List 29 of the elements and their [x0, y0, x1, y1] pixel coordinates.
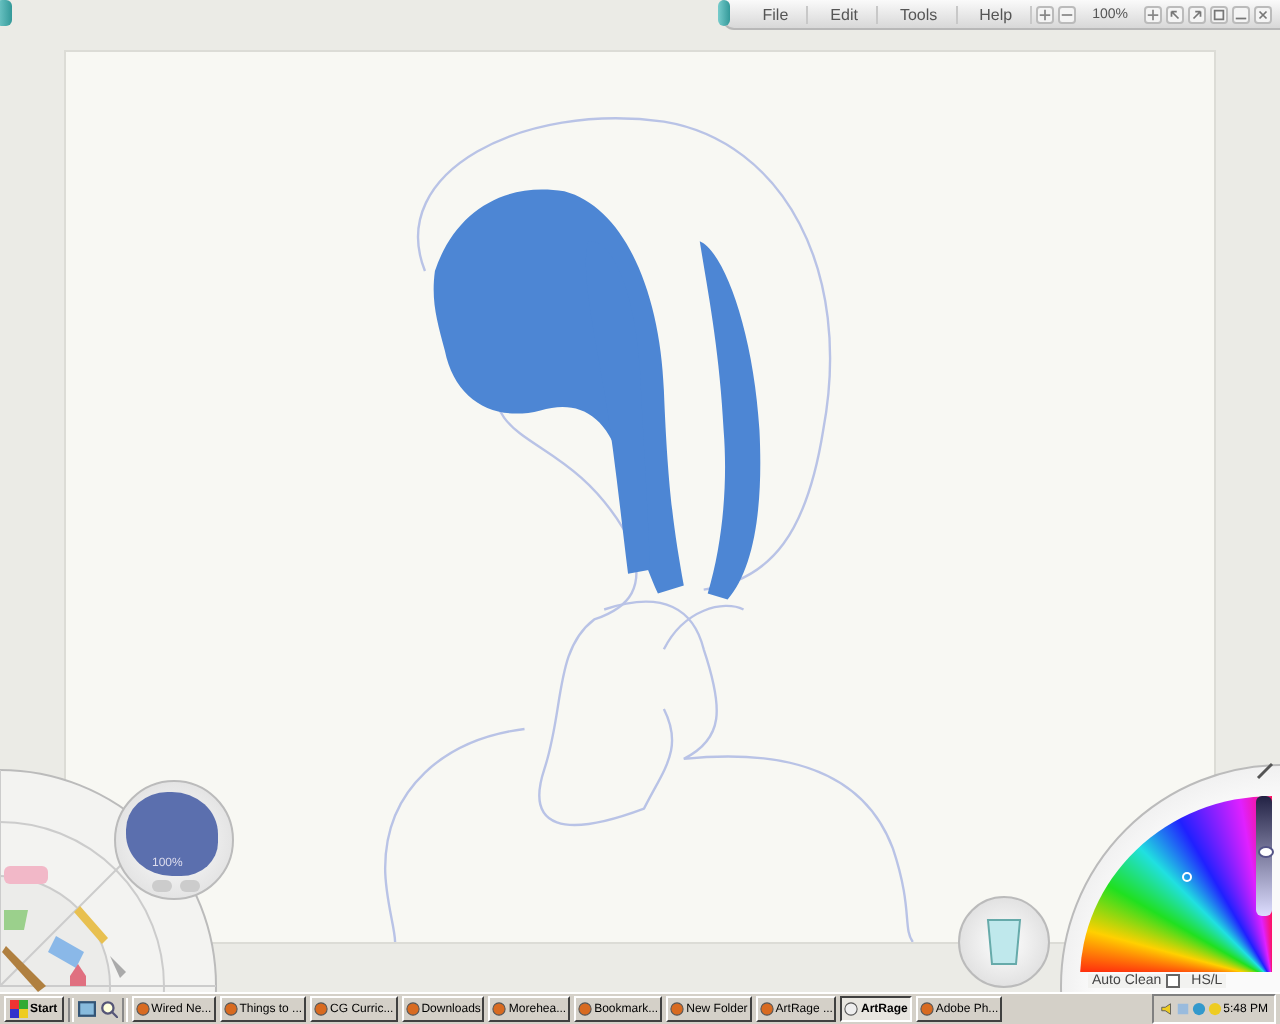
- window-icon: [1212, 7, 1226, 21]
- zoom-reset-button[interactable]: [1144, 5, 1162, 23]
- lightness-slider[interactable]: [1256, 796, 1272, 916]
- search-icon[interactable]: [99, 1000, 118, 1018]
- menu-item[interactable]: Help: [961, 5, 1033, 23]
- slider-thumb[interactable]: [1258, 846, 1274, 859]
- close-icon: [1256, 7, 1270, 21]
- desktop-icon[interactable]: [77, 1000, 96, 1018]
- menu-item[interactable]: Tools: [881, 5, 958, 23]
- glass-icon: [984, 916, 1024, 968]
- water-cup-button[interactable]: [958, 896, 1050, 988]
- panel-grip[interactable]: [0, 0, 12, 26]
- arrow-icon: [1190, 7, 1204, 21]
- zoom-in-button[interactable]: [1036, 5, 1055, 23]
- menu-item[interactable]: Edit: [812, 5, 878, 23]
- plus-icon: [1038, 7, 1053, 21]
- toolbar-grip[interactable]: [718, 0, 731, 26]
- menu-item[interactable]: File: [744, 5, 809, 23]
- arrow-icon: [1168, 7, 1182, 21]
- plus-icon: [1146, 7, 1160, 21]
- speaker-icon[interactable]: [1159, 1002, 1174, 1016]
- zoom-out-button[interactable]: [1058, 5, 1077, 23]
- redo-button[interactable]: [1188, 5, 1206, 23]
- pipette-icon[interactable]: [1256, 760, 1276, 780]
- windows-logo-icon: [10, 1000, 28, 1018]
- minimize-button[interactable]: [1232, 5, 1250, 23]
- close-button[interactable]: [1254, 5, 1272, 23]
- undo-button[interactable]: [1166, 5, 1184, 23]
- restore-button[interactable]: [1210, 5, 1228, 23]
